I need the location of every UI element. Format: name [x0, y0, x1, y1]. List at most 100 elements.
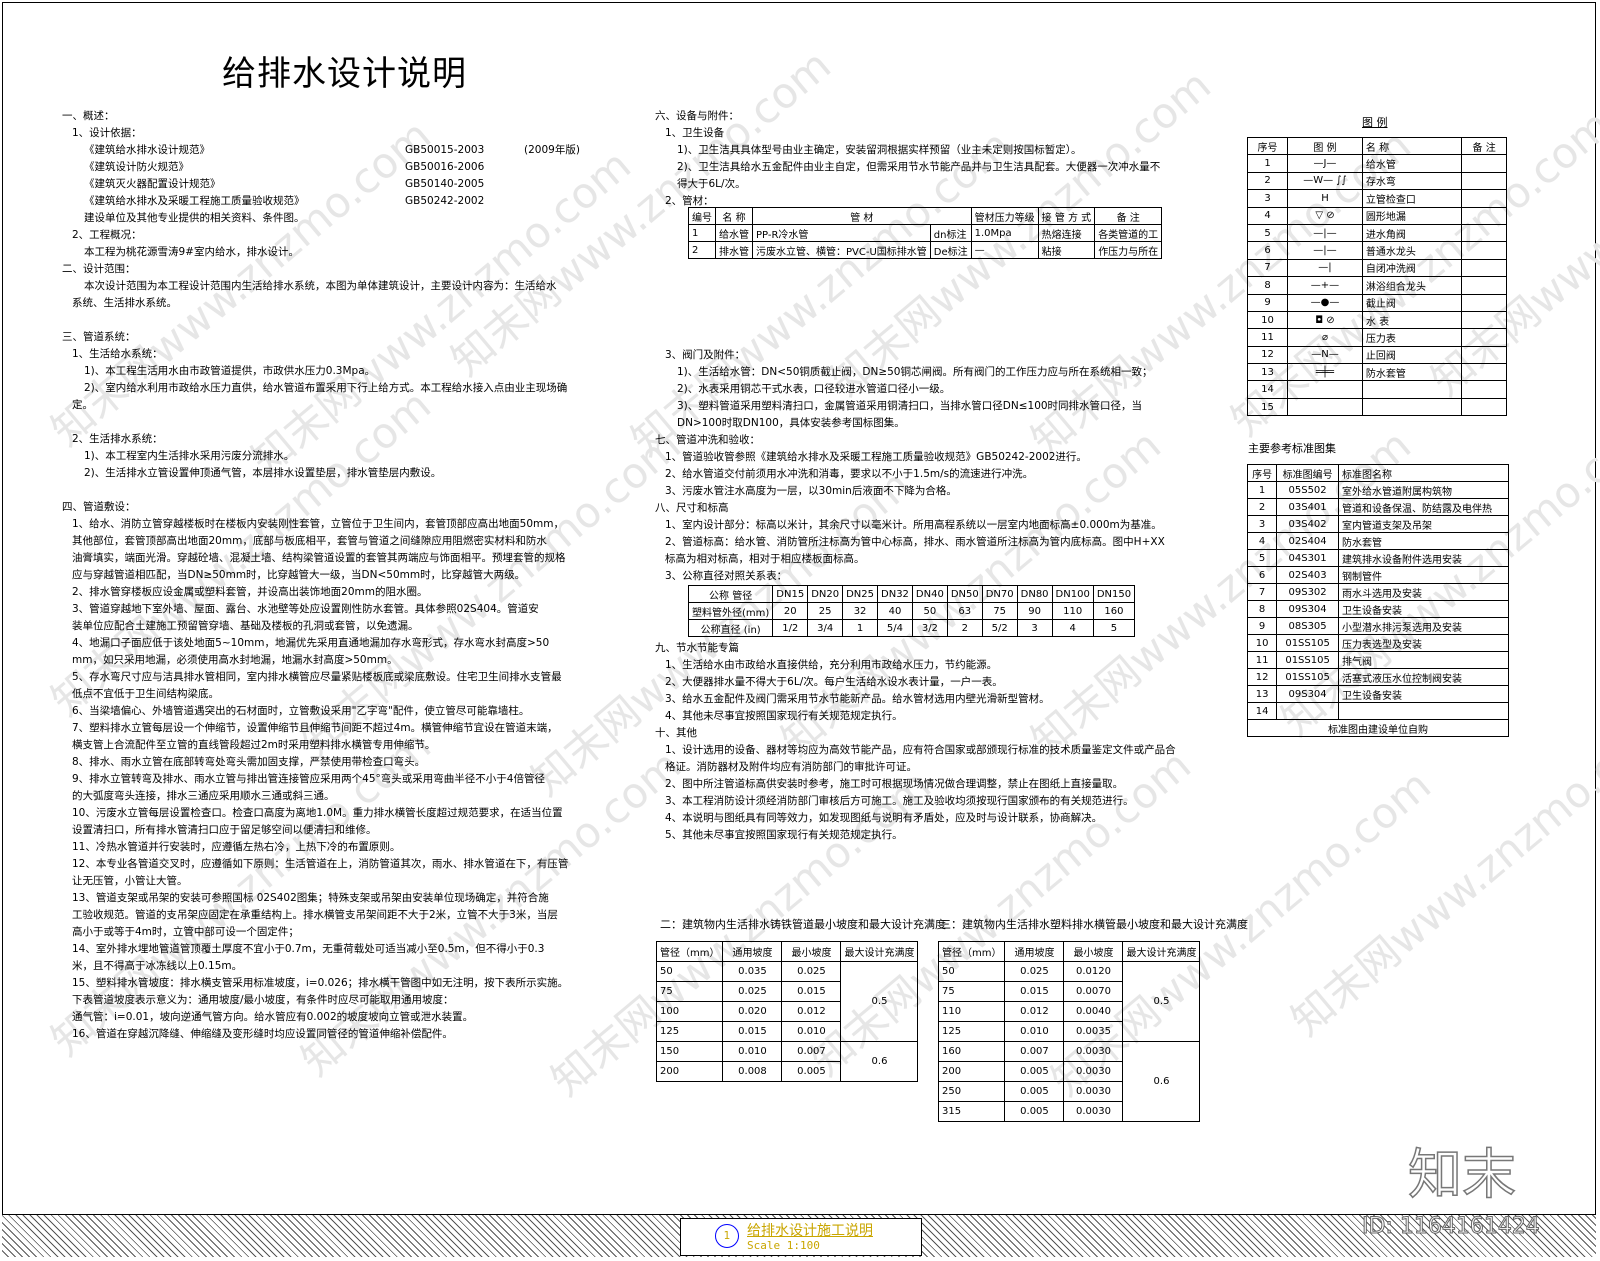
table-cell: 11 [1246, 328, 1289, 347]
table-cell: 02S404 [1276, 532, 1339, 550]
table-header-cell: 备 注 [1094, 207, 1163, 225]
table-cell: 通用坡度 [722, 941, 783, 962]
table-cell: 各类管道的工 [1094, 224, 1163, 242]
note-line [62, 414, 568, 431]
note-line: 工验收规范。管道的支吊架应固定在承重结构上。排水横管支吊架间距不大于2米，立管不… [72, 909, 558, 921]
table-cell: 最小坡度 [781, 941, 842, 962]
table-row: 公称 管径 DN15 DN20 DN25 DN32 DN40 DN50 DN70 DN80 DN1… [687, 585, 1136, 603]
table-cell: 160 [1092, 602, 1136, 620]
table-cell: 0.015 [722, 1021, 783, 1042]
table-row: 10 ◘ ⊘ 水 表 [1246, 310, 1507, 330]
standards-title: 主要参考标准图集 [1248, 442, 1336, 455]
table-cell: 序号 [1246, 464, 1278, 482]
table-cell: 6 [1246, 566, 1278, 584]
slope-table-cast-iron: 管径（mm） 通用坡度 最小坡度 最大设计充满度 50 0.035 0.025 0.5 75 0.… [655, 941, 919, 1082]
table-cell: 最大设计充满度 [1122, 941, 1201, 962]
table-cell: 03S401 [1276, 498, 1339, 516]
table-cell: 50 [911, 602, 948, 620]
note-line: 2、给水管道交付前须用水冲洗和消毒，要求以不小于1.5m/s的流速进行冲洗。 [665, 468, 1034, 480]
table-cell: 50 [655, 961, 724, 982]
note-line: 三、管道系统： [62, 331, 136, 343]
table-cell: —|— [1287, 241, 1363, 260]
note-line: 标高为相对标高，相对于相应楼板面标高。 [665, 553, 865, 565]
note-line: 3、污废水管注水高度为一层，以30min后液面不下降为合格。 [665, 485, 957, 497]
note-line: 9、排水立管转弯及排水、雨水立管与排出管连接管应采用两个45°弯头或采用弯曲半径… [72, 773, 545, 785]
table-cell: 5 [1246, 549, 1278, 567]
table-cell: 5 [1246, 223, 1289, 243]
table-cell: 卫生设备安装 [1337, 600, 1510, 618]
table-cell: 雨水斗选用及安装 [1337, 583, 1510, 601]
note-line: 低点不宜低于卫生间结构梁底。 [72, 688, 219, 700]
note-line: 《建筑灭火器配置设计规范》 GB50140-2005 [84, 178, 485, 190]
note-line: 1)、本工程室内生活排水采用污废分流排水。 [84, 450, 295, 462]
table-cell: 管道和设备保温、防结露及电伴热 [1337, 498, 1510, 516]
table-cell: 75 [981, 602, 1018, 620]
table-cell: DN70 [981, 585, 1018, 603]
note-line: 设置清扫口，所有排水管清扫口应于留足够空间以便清扫和维修。 [72, 824, 377, 836]
table-cell: 0.012 [1004, 1001, 1065, 1022]
table-row: 5 04S301 建筑排水设备附件选用安装 [1246, 549, 1510, 567]
table-cell: 压力表选型及安装 [1337, 634, 1510, 652]
table-cell: 水 表 [1361, 310, 1463, 330]
table-cell: 40 [877, 602, 913, 620]
note-line: 1、室内设计部分：标高以米计，其余尺寸以毫米计。所用高程系统以一层室内地面标高±… [665, 519, 1162, 531]
table-cell: 1.0Mpa [970, 224, 1039, 242]
note-line: 5、其他未尽事宜按照国家现行有关规范规定执行。 [665, 829, 903, 841]
table-cell: 0.008 [722, 1061, 783, 1082]
note-line: 得大于6L/次。 [677, 178, 746, 190]
table-row: 3 H 立管检查口 [1246, 189, 1507, 208]
table-cell: 32 [842, 602, 879, 620]
table-row: 150 0.010 0.007 0.6 [655, 1041, 919, 1082]
note-line: 8、排水、雨水立管在底部转弯处弯头需加固支撑，严禁使用带检查口弯头。 [72, 756, 426, 768]
table-cell: 建筑排水设备附件选用安装 [1337, 549, 1510, 567]
table-cell: 1 [688, 224, 716, 242]
drawing-number: 1 [715, 1224, 739, 1248]
table-cell: 卫生设备安装 [1337, 685, 1510, 703]
table-cell: 5 [1092, 619, 1136, 637]
table-cell: 防水套管 [1337, 532, 1510, 550]
table-cell: 圆形地漏 [1361, 206, 1463, 225]
note-line: 2、大便器排水量不得大于6L/次。每户生活给水设水表计量，一户一表。 [665, 676, 1003, 688]
note-line: 本次设计范围为本工程设计范围内生活给排水系统，本图为单体建筑设计，主要设计内容为… [84, 280, 557, 292]
table-cell: ◘ ⊘ [1287, 310, 1363, 330]
table-cell: 200 [937, 1061, 1006, 1082]
table-cell [1461, 241, 1507, 260]
table-cell: 01SS105 [1276, 668, 1339, 686]
table-header-cell: 名 称 [715, 207, 753, 225]
note-line: 的大弧度弯头连接，排水三通应采用顺水三通或斜三通。 [72, 790, 335, 802]
table-cell: 15 [1246, 397, 1289, 417]
table-cell [1461, 397, 1507, 417]
table-cell: 5/2 [981, 619, 1018, 637]
table-cell: 1 [1246, 481, 1278, 499]
note-line: 3、管道穿越地下室外墙、屋面、露台、水池壁等处应设置刚性防水套管。具体参照02S… [72, 603, 539, 615]
table-cell [1461, 223, 1507, 243]
table-cell: 作压力与所在 [1094, 241, 1163, 259]
table-row: 6 —|— 普通水龙头 [1246, 241, 1507, 260]
table-cell: 05S502 [1276, 481, 1339, 499]
table-row: 14 [1246, 380, 1507, 399]
table-cell: 0.005 [1004, 1101, 1065, 1122]
table-cell: —●— [1287, 293, 1363, 312]
table-row: 4 ▽ ⊘ 圆形地漏 [1246, 206, 1507, 225]
table-row: 10 01SS105 压力表选型及安装 [1246, 634, 1510, 652]
note-line: 1、给水、消防立管穿越楼板时在楼板内安装刚性套管，立管位于卫生间内，套管顶部应高… [72, 518, 564, 530]
table-cell: 序号 [1246, 136, 1289, 156]
table-cell: 13 [1246, 363, 1289, 382]
table-cell [1361, 380, 1463, 399]
table-cell: 200 [655, 1061, 724, 1082]
drawing-name: 给排水设计施工说明 [747, 1223, 873, 1239]
table-cell: 12 [1246, 345, 1289, 365]
note-line: 2)、卫生洁具给水五金配件由业主自定，但需采用节水节能产品并与卫生洁具配套。大便… [677, 161, 1161, 173]
left-notes: 一、概述： 1、设计依据： 《建筑给水排水设计规范》 GB50015-2003 (200… [62, 108, 580, 1043]
table-cell: 压力表 [1361, 328, 1463, 347]
table-cell: 0.025 [781, 961, 842, 982]
table-row: 公称直径 (in) 1/2 3/4 1 5/4 3/2 2 5/2 3 4 5 [687, 619, 1136, 637]
table-cell: 0.0030 [1063, 1081, 1124, 1102]
table-row: 8 09S304 卫生设备安装 [1246, 600, 1510, 618]
table-row: 1 —J— 给水管 [1246, 154, 1507, 173]
table-cell: 0.010 [781, 1021, 842, 1042]
note-line: 油膏填实，端面光滑。穿越砼墙、混凝土墙、结构梁管道设置的套管其两端应与饰面相平。… [72, 552, 566, 564]
table-cell: 3 [1246, 189, 1289, 208]
note-line: 本工程为桃花源雪涛9#室内给水，排水设计。 [84, 246, 299, 258]
table-row: 160 0.007 0.0030 0.6 [937, 1041, 1201, 1122]
